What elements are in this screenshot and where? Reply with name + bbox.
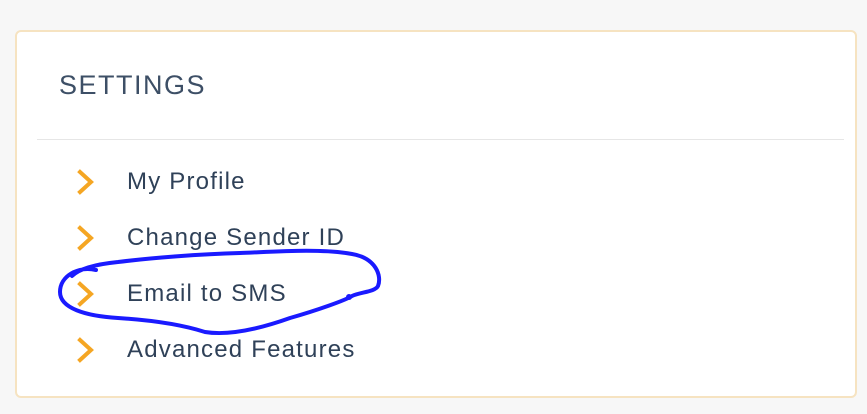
chevron-right-icon — [77, 225, 94, 251]
settings-item-email-to-sms[interactable]: Email to SMS — [75, 277, 475, 311]
settings-item-label: Advanced Features — [127, 336, 356, 363]
settings-panel: SETTINGS My Profile Change Sender ID Ema… — [15, 30, 857, 398]
settings-item-label: Email to SMS — [127, 280, 287, 307]
chevron-right-icon — [77, 281, 94, 307]
page: SETTINGS My Profile Change Sender ID Ema… — [0, 0, 867, 414]
chevron-right-icon — [77, 169, 94, 195]
header-divider — [37, 139, 844, 140]
settings-item-my-profile[interactable]: My Profile — [75, 165, 475, 199]
settings-item-label: My Profile — [127, 168, 246, 195]
panel-title: SETTINGS — [59, 70, 207, 100]
settings-item-change-sender-id[interactable]: Change Sender ID — [75, 221, 475, 255]
chevron-right-icon — [77, 337, 94, 363]
settings-panel-header: SETTINGS — [17, 32, 855, 132]
settings-item-advanced-features[interactable]: Advanced Features — [75, 333, 475, 367]
settings-item-label: Change Sender ID — [127, 224, 345, 251]
